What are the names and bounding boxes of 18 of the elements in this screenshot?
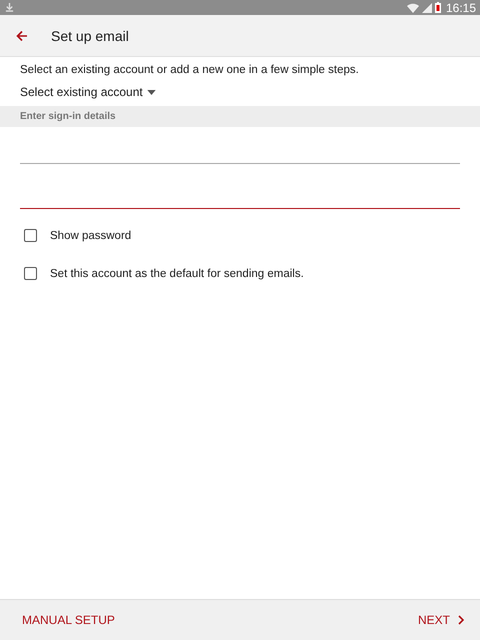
next-button[interactable]: NEXT	[418, 609, 464, 631]
checkbox-label: Show password	[50, 230, 132, 242]
signal-icon	[422, 2, 432, 12]
wifi-icon	[406, 2, 419, 12]
download-icon	[5, 3, 14, 12]
checkbox[interactable]	[24, 229, 37, 242]
section-header: Enter sign-in details	[0, 106, 480, 127]
chevron-right-icon	[458, 615, 464, 625]
clock: 16:15	[446, 0, 476, 14]
intro-text: Select an existing account or add a new one in a few simple steps.	[20, 64, 360, 76]
checkbox-label: Set this account as the default for sending emails.	[50, 268, 304, 280]
battery-icon	[434, 2, 441, 13]
account-dropdown[interactable]: Select existing account	[20, 83, 156, 101]
manual-setup-button[interactable]: MANUAL SETUP	[22, 609, 115, 631]
screen-title: Set up email	[51, 28, 129, 44]
dropdown-caret-icon	[146, 90, 156, 94]
back-arrow-icon	[16, 30, 28, 42]
checkbox[interactable]	[24, 267, 37, 280]
